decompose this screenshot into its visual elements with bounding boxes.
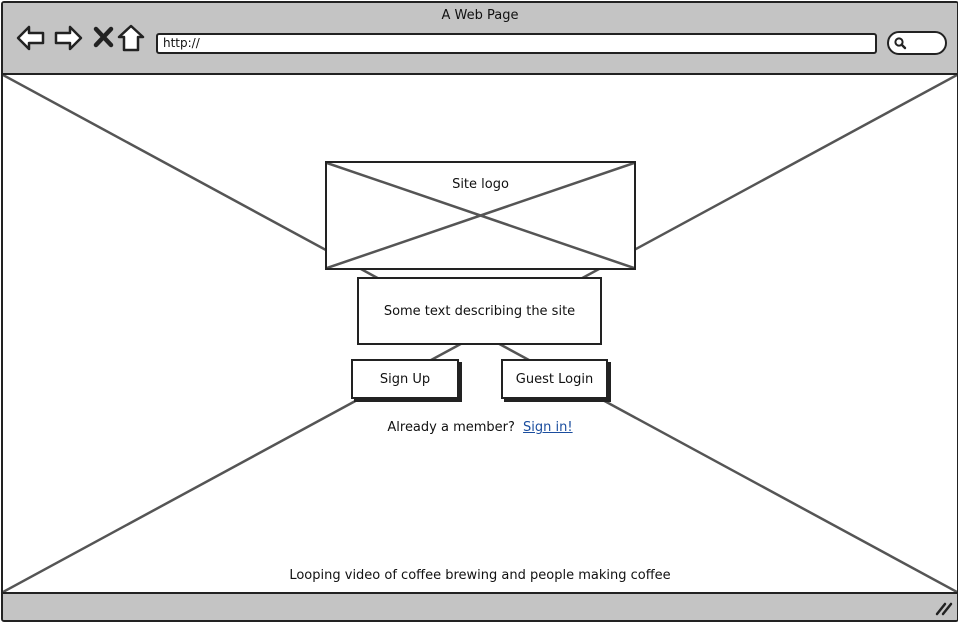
search-input[interactable] <box>887 31 947 55</box>
resize-grip-icon[interactable] <box>935 600 953 616</box>
site-logo-label: Site logo <box>452 177 509 192</box>
back-button[interactable] <box>16 23 46 53</box>
guest-login-button[interactable]: Guest Login <box>501 359 608 399</box>
search-icon <box>894 37 907 50</box>
url-input[interactable]: http:// <box>156 33 877 54</box>
forward-button[interactable] <box>53 23 83 53</box>
site-description: Some text describing the site <box>357 277 602 345</box>
home-button[interactable] <box>116 23 146 53</box>
sign-in-link[interactable]: Sign in! <box>523 420 573 435</box>
home-icon <box>117 24 145 52</box>
sign-up-button[interactable]: Sign Up <box>351 359 459 399</box>
stop-button[interactable] <box>89 23 119 53</box>
close-icon <box>93 26 114 48</box>
member-prompt: Already a member? Sign in! <box>3 420 957 435</box>
browser-toolbar: A Web Page http:// <box>3 3 957 75</box>
status-bar <box>3 592 957 620</box>
window-title: A Web Page <box>441 8 519 23</box>
back-arrow-icon <box>16 25 45 51</box>
video-background-area: Site logo Some text describing the site … <box>3 75 957 592</box>
browser-window: A Web Page http:// Site logo Some text d… <box>1 1 958 622</box>
video-caption: Looping video of coffee brewing and peop… <box>289 568 671 583</box>
site-logo-placeholder: Site logo <box>325 161 636 270</box>
member-prompt-text: Already a member? <box>387 420 515 435</box>
forward-arrow-icon <box>54 25 83 51</box>
